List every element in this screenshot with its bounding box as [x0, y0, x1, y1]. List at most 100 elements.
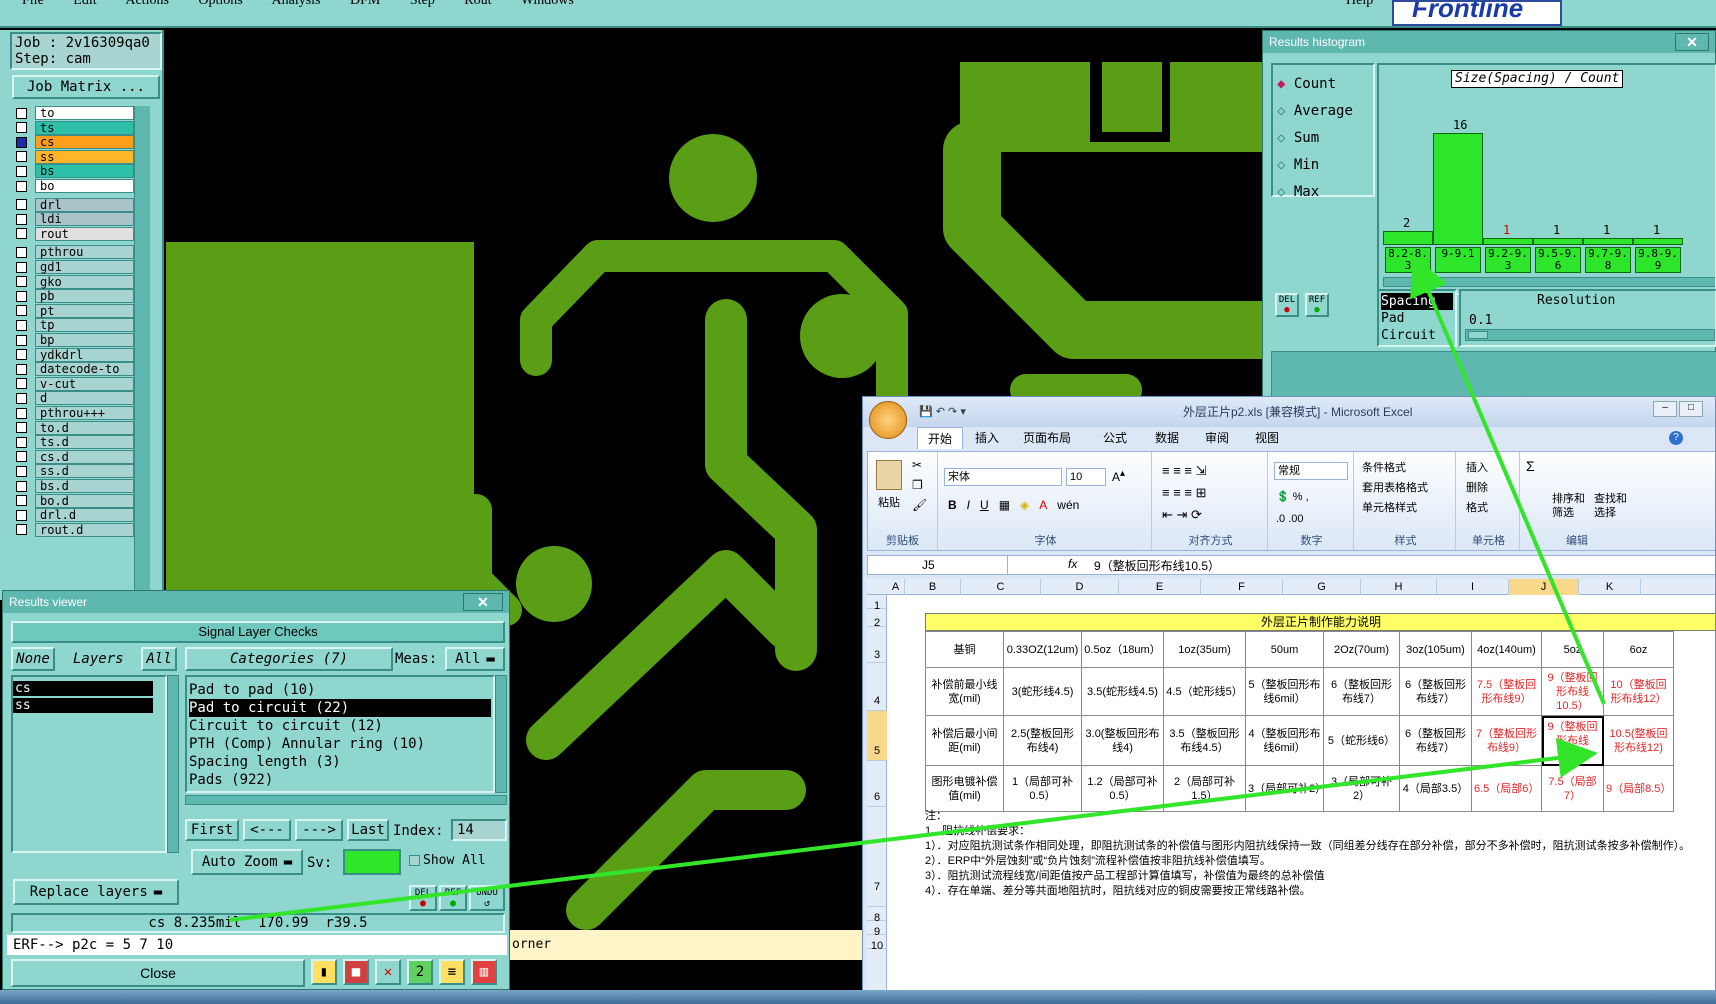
table-cell[interactable]: 9（局部8.5） — [1603, 765, 1674, 812]
table-cell[interactable]: 3.5（整板回形布线4.5） — [1163, 715, 1246, 766]
layer-checkbox[interactable] — [16, 180, 27, 192]
category-item[interactable]: Circuit to circuit (12) — [189, 717, 491, 735]
menu-options[interactable]: Options — [198, 0, 242, 8]
option-min[interactable]: ◇ Min — [1277, 152, 1369, 179]
menu-edit[interactable]: Edit — [73, 0, 96, 8]
ref-button[interactable]: REF ● — [439, 885, 467, 911]
table-cell[interactable]: 3（局部可补2） — [1323, 765, 1400, 812]
row-header[interactable]: 5 — [867, 711, 887, 761]
cut-icon[interactable]: ✂ — [912, 458, 922, 472]
layer-row[interactable]: pthrou — [16, 245, 134, 260]
meas-select[interactable]: All ▬ — [445, 647, 505, 671]
menu-help[interactable]: Help — [1346, 0, 1373, 9]
index-input[interactable]: 14 — [451, 819, 507, 841]
option-count[interactable]: ◆ Count — [1277, 71, 1369, 98]
menu-file[interactable]: File — [22, 0, 44, 8]
column-header[interactable]: D — [1041, 579, 1119, 595]
metric-spacing[interactable]: Spacing — [1381, 293, 1453, 310]
last-button[interactable]: Last — [347, 819, 389, 841]
slider-thumb[interactable] — [1468, 331, 1488, 339]
category-item[interactable]: Pads (922) — [189, 771, 491, 789]
layer-row[interactable]: bo.d — [16, 493, 134, 508]
cell-styles-button[interactable]: 单元格样式 — [1362, 498, 1428, 518]
column-header[interactable]: H — [1361, 579, 1437, 595]
undo-button[interactable]: UNDO ↺ — [469, 885, 505, 911]
histogram-hscrollbar[interactable] — [1383, 277, 1715, 287]
auto-zoom-button[interactable]: Auto Zoom ▬ — [191, 849, 303, 875]
sv-color-select[interactable] — [343, 849, 401, 875]
table-cell[interactable]: 4（局部3.5） — [1399, 765, 1472, 812]
sort-filter-button[interactable]: 排序和筛选 — [1552, 492, 1588, 520]
rv-layer-ss[interactable]: ss — [13, 698, 153, 713]
layer-checkbox[interactable] — [16, 290, 27, 302]
layer-checkbox[interactable] — [16, 305, 27, 317]
table-cell[interactable]: 3.5(蛇形线4.5) — [1081, 667, 1164, 716]
office-button[interactable] — [869, 401, 907, 439]
layer-row[interactable]: to — [16, 106, 134, 120]
row-header[interactable]: 3 — [867, 627, 887, 663]
layer-checkbox[interactable] — [16, 319, 27, 331]
close-icon[interactable]: ✕ — [1675, 33, 1709, 51]
categories-scrollbar[interactable] — [495, 675, 507, 793]
none-button[interactable]: None — [11, 647, 55, 671]
layer-checkbox[interactable] — [16, 151, 27, 163]
table-cell[interactable]: 10.5(整板回形布线12) — [1603, 715, 1674, 766]
metric-circuit[interactable]: Circuit — [1381, 327, 1453, 344]
table-cell[interactable]: 1.2（局部可补0.5） — [1081, 765, 1164, 812]
row-header[interactable]: 4 — [867, 663, 887, 711]
menu-windows[interactable]: Windows — [521, 0, 574, 8]
layer-checkbox[interactable] — [16, 107, 27, 119]
option-sum[interactable]: ◇ Sum — [1277, 125, 1369, 152]
table-cell[interactable]: 补偿后最小间距(mil) — [925, 715, 1004, 766]
category-item[interactable]: Pad to pad (10) — [189, 681, 491, 699]
option-average[interactable]: ◇ Average — [1277, 98, 1369, 125]
row-header[interactable]: 1 — [867, 595, 887, 612]
layer-checkbox[interactable] — [16, 213, 27, 225]
layer-row[interactable]: rout.d — [16, 522, 134, 537]
formula-input[interactable]: 9（整板回形布线10.5） — [1094, 557, 1220, 574]
layer-checkbox[interactable] — [16, 199, 27, 211]
redo-icon[interactable]: ↷ — [948, 406, 957, 418]
layer-row[interactable]: d — [16, 391, 134, 406]
layer-row[interactable]: gd1 — [16, 260, 134, 274]
layer-checkbox[interactable] — [16, 422, 27, 434]
conditional-format-button[interactable]: 条件格式 — [1362, 458, 1428, 478]
histogram-bar[interactable] — [1483, 238, 1533, 245]
close-icon[interactable]: ✕ — [463, 593, 503, 611]
table-cell[interactable]: 5（蛇形线6） — [1323, 715, 1400, 766]
row-header[interactable]: 8 — [867, 907, 887, 924]
italic-icon[interactable]: I — [967, 498, 970, 512]
layer-checkbox[interactable] — [16, 246, 27, 258]
table-cell[interactable]: 9（整板回形布线10.5） — [1541, 667, 1604, 716]
menu-rout[interactable]: Rout — [464, 0, 491, 8]
table-cell[interactable]: 6oz — [1603, 631, 1674, 668]
tool-icon[interactable]: 2 — [407, 959, 433, 985]
layer-checkbox[interactable] — [16, 378, 27, 390]
layer-checkbox[interactable] — [16, 480, 27, 492]
tab-view[interactable]: 视图 — [1245, 427, 1289, 449]
histogram-bar[interactable] — [1583, 238, 1633, 245]
copy-icon[interactable]: ❐ — [912, 478, 923, 492]
layer-row[interactable]: bs.d — [16, 479, 134, 493]
layer-row[interactable]: ts.d — [16, 435, 134, 450]
insert-cells-button[interactable]: 插入 — [1466, 458, 1488, 478]
del-button[interactable]: DEL ● — [409, 885, 437, 911]
font-size-select[interactable]: 10 — [1066, 468, 1106, 486]
layer-row[interactable]: ydkdrl — [16, 347, 134, 362]
layer-row[interactable]: ldi — [16, 212, 134, 227]
chevron-down-icon[interactable]: ▾ — [960, 406, 966, 418]
number-format-select[interactable]: 常规 — [1274, 462, 1348, 480]
column-header[interactable]: E — [1119, 579, 1201, 595]
row-header[interactable]: 7 — [867, 807, 887, 907]
layer-row[interactable]: v-cut — [16, 376, 134, 391]
menu-dfm[interactable]: DFM — [350, 0, 380, 8]
table-cell[interactable]: 2（局部可补1.5） — [1163, 765, 1246, 812]
table-cell[interactable]: 基铜 — [925, 631, 1004, 668]
layer-row[interactable]: datecode-to — [16, 362, 134, 377]
layer-row[interactable]: tp — [16, 318, 134, 333]
menu-analysis[interactable]: Analysis — [272, 0, 321, 8]
column-header[interactable]: F — [1201, 579, 1283, 595]
layer-checkbox[interactable] — [16, 136, 27, 148]
layer-row[interactable]: to.d — [16, 420, 134, 435]
layer-checkbox[interactable] — [16, 261, 27, 273]
